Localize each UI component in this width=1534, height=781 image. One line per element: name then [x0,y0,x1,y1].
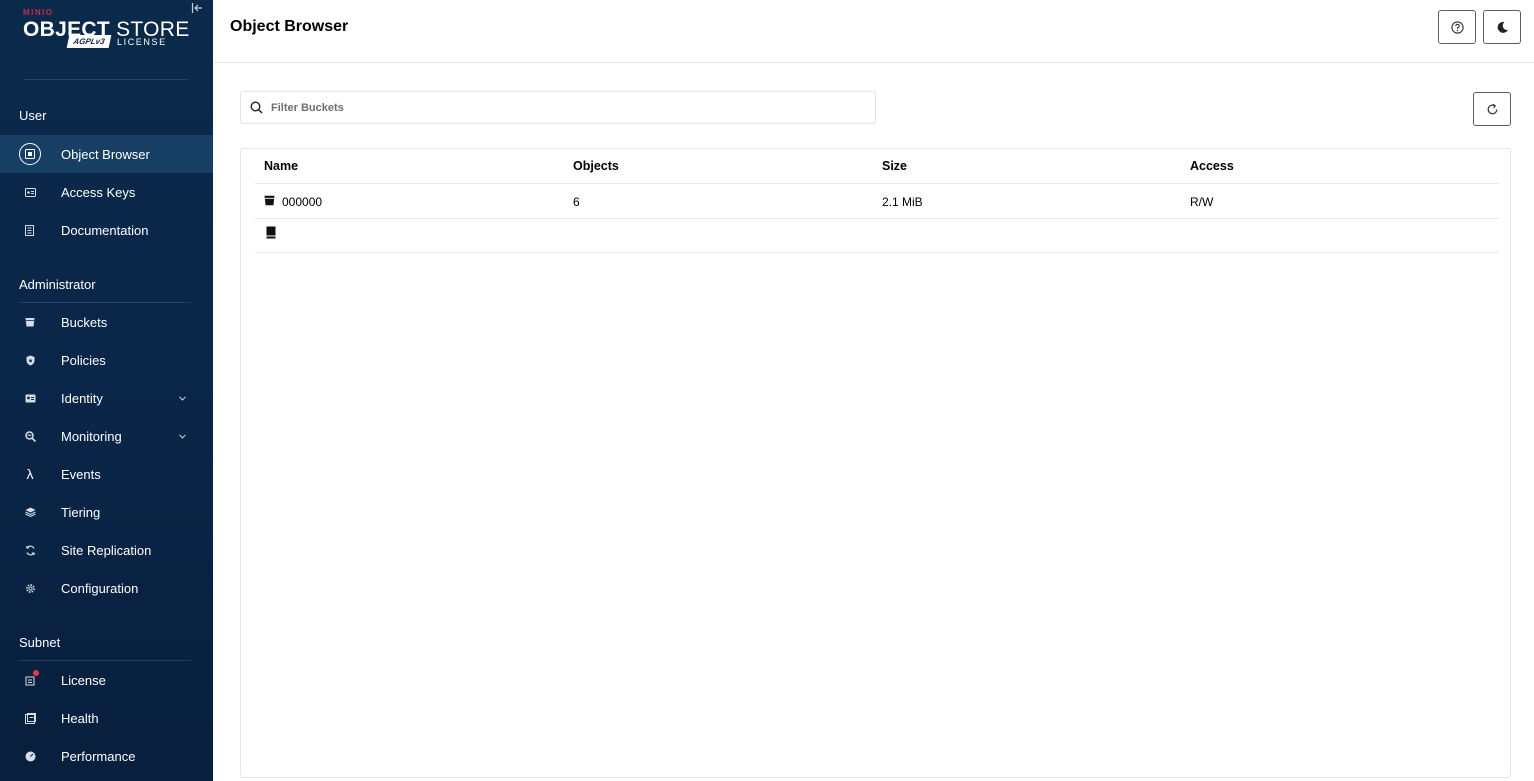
bucket-objects: 6 [573,195,580,209]
sidebar-item-monitoring[interactable]: Monitoring [0,417,213,455]
buckets-table: Name Objects Size Access 000000 6 2.1 Mi… [240,148,1511,778]
sidebar-item-label: Policies [61,352,106,368]
sidebar-item-label: Events [61,466,101,482]
sidebar-item-label: Documentation [61,222,149,238]
bucket-name: 000000 [282,195,323,209]
sidebar-item-performance[interactable]: Performance [0,737,213,775]
column-header-objects[interactable]: Objects [573,159,619,173]
sidebar-item-identity[interactable]: Identity [0,379,213,417]
bucket-icon [266,226,276,239]
sidebar-item-label: Site Replication [61,542,152,558]
sidebar-item-tiering[interactable]: Tiering [0,493,213,531]
sidebar-item-label: Performance [61,748,136,764]
sidebar: MINIO OBJECT STORE AGPLv3 LICENSE User O… [0,0,213,781]
sidebar-item-label: Tiering [61,504,101,520]
table-row[interactable]: 000000 6 2.1 MiB R/W [241,184,1510,218]
sidebar-item-label: Health [61,710,99,726]
column-header-access[interactable]: Access [1190,159,1234,173]
license-icon [20,670,40,690]
filter-buckets-input[interactable] [271,92,861,123]
sidebar-item-events[interactable]: λ Events [0,455,213,493]
bucket-icon [264,195,275,206]
sidebar-item-buckets[interactable]: Buckets [0,303,213,341]
help-icon [1450,20,1464,34]
sidebar-item-health[interactable]: Health [0,699,213,737]
refresh-icon [1487,103,1497,114]
refresh-button[interactable] [1473,92,1511,126]
section-label-administrator: Administrator [19,277,96,292]
sidebar-item-label: Buckets [61,314,108,330]
table-row[interactable] [241,218,1510,252]
lambda-icon: λ [26,466,34,482]
logo-brand: MINIO [23,8,54,17]
page-title: Object Browser [230,18,349,35]
chevron-down-icon [179,431,186,441]
object-browser-icon [19,143,41,165]
sidebar-item-label: Access Keys [61,184,136,200]
health-icon [20,708,40,728]
sidebar-item-object-browser[interactable]: Object Browser [0,135,213,173]
help-button[interactable] [1438,10,1476,44]
notification-badge [33,670,39,676]
monitoring-icon [20,426,40,446]
sidebar-item-license[interactable]: License [0,661,213,699]
sidebar-item-policies[interactable]: Policies [0,341,213,379]
chevron-down-icon [179,393,186,403]
row-divider [255,252,1499,253]
sidebar-item-label: Identity [61,390,103,406]
moon-icon [1497,21,1508,33]
section-label-user: User [19,108,47,123]
identity-icon [20,388,40,408]
filter-buckets-box [240,91,876,124]
sidebar-item-documentation[interactable]: Documentation [0,211,213,249]
tiering-icon [20,502,40,522]
section-label-subnet: Subnet [19,635,61,650]
replication-icon [20,540,40,560]
sidebar-item-label: License [61,672,106,688]
search-icon [250,101,263,114]
performance-icon [20,746,40,766]
dark-mode-button[interactable] [1483,10,1521,44]
bucket-access: R/W [1190,195,1214,209]
logo-license: AGPLv3 LICENSE [66,35,167,48]
gear-icon [20,578,40,598]
sidebar-item-label: Object Browser [61,146,150,162]
sidebar-item-label: Monitoring [61,428,122,444]
license-label: LICENSE [117,36,167,47]
documentation-icon [20,220,40,240]
logo-divider [23,79,188,80]
column-header-size[interactable]: Size [882,159,907,173]
bucket-icon [20,312,40,332]
sidebar-item-label: Configuration [61,580,139,596]
sidebar-item-configuration[interactable]: Configuration [0,569,213,607]
bucket-size: 2.1 MiB [882,195,923,209]
column-header-name[interactable]: Name [264,159,298,173]
sidebar-item-access-keys[interactable]: Access Keys [0,173,213,211]
collapse-sidebar-icon[interactable] [191,2,205,16]
sidebar-item-site-replication[interactable]: Site Replication [0,531,213,569]
access-keys-icon [20,182,40,202]
page-header: Object Browser [213,0,1534,63]
agpl-badge: AGPLv3 [66,35,112,48]
shield-icon [20,350,40,370]
